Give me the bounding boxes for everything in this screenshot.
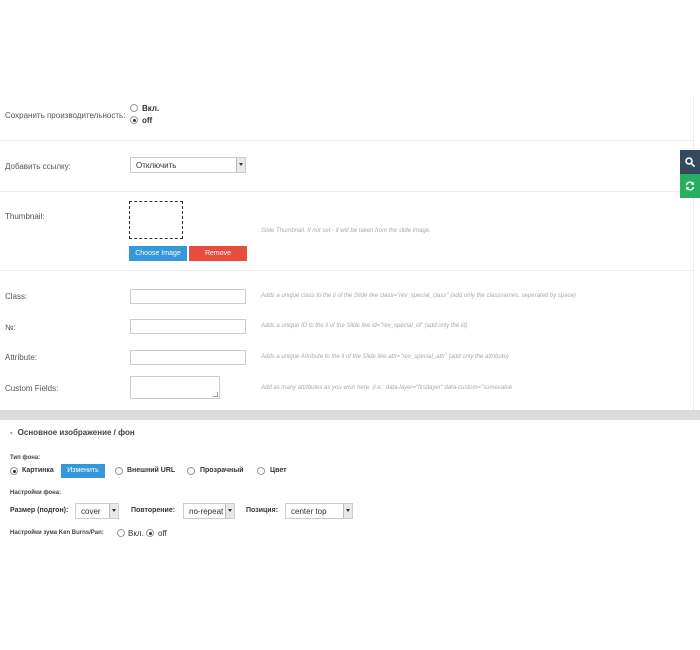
thumbnail-preview xyxy=(129,201,183,239)
chevron-down-icon xyxy=(236,158,245,172)
thumbnail-label: Thumbnail: xyxy=(5,212,45,221)
performance-on-radio[interactable] xyxy=(130,104,138,112)
kenburns-off-label: off xyxy=(158,529,167,538)
bg-type-external-label: Внешний URL xyxy=(127,467,176,474)
bg-size-label: Размер (подгон): xyxy=(10,507,69,514)
background-section-title: Основное изображение / фон xyxy=(17,428,135,437)
custom-fields-label: Custom Fields: xyxy=(5,384,59,393)
class-hint: Adds a unique class to the li of the Sli… xyxy=(261,293,576,299)
bg-size-select[interactable]: cover xyxy=(75,503,119,519)
kenburns-on-radio[interactable] xyxy=(117,529,125,537)
bg-type-image-label: Картинка xyxy=(22,467,54,474)
custom-fields-textarea[interactable] xyxy=(130,376,220,399)
performance-on-label: Вкл. xyxy=(142,104,160,113)
kenburns-on-label: Вкл. xyxy=(128,529,144,538)
kenburns-label: Настройки зума Ken Burns/Pan: xyxy=(10,530,104,536)
bg-type-external-radio[interactable] xyxy=(115,467,123,475)
link-select-value: Отключить xyxy=(136,161,177,170)
bg-type-image-radio[interactable] xyxy=(10,467,18,475)
resize-handle-icon[interactable] xyxy=(213,392,218,397)
divider xyxy=(0,270,694,271)
bg-type-color-label: Цвет xyxy=(270,467,287,474)
bg-type-label: Тип фона: xyxy=(10,455,41,461)
bg-repeat-label: Повторение: xyxy=(131,507,176,514)
custom-fields-hint: Add as many attributes as you wish here.… xyxy=(261,385,513,391)
divider xyxy=(0,140,694,141)
id-label: №: xyxy=(5,323,16,332)
bg-type-color-radio[interactable] xyxy=(257,467,265,475)
bg-type-transparent-radio[interactable] xyxy=(187,467,195,475)
background-section-toggle[interactable]: - Основное изображение / фон xyxy=(10,428,135,437)
chevron-down-icon xyxy=(225,504,234,518)
performance-label: Сохранить производительность: xyxy=(5,111,126,120)
id-hint: Adds a unique ID to the li of the Slide … xyxy=(261,323,468,329)
attribute-hint: Adds a unique Attribute to the li of the… xyxy=(261,354,509,360)
section-separator xyxy=(0,410,700,420)
bg-settings-label: Настройки фона: xyxy=(10,490,62,496)
class-input[interactable] xyxy=(130,289,246,304)
attribute-label: Attribute: xyxy=(5,353,38,362)
refresh-icon xyxy=(685,181,695,191)
slide-settings-panel xyxy=(0,96,694,411)
remove-image-button[interactable]: Remove xyxy=(189,246,247,261)
kenburns-off-radio[interactable] xyxy=(146,529,154,537)
change-image-button[interactable]: Изменить xyxy=(61,464,105,478)
choose-image-button[interactable]: Choose Image xyxy=(129,246,187,261)
divider xyxy=(0,191,694,192)
bg-size-value: cover xyxy=(81,507,101,516)
bg-type-transparent-label: Прозрачный xyxy=(200,467,244,474)
bg-repeat-value: no-repeat xyxy=(189,507,224,516)
chevron-down-icon xyxy=(343,504,352,518)
performance-off-label: off xyxy=(142,116,153,125)
search-icon xyxy=(685,157,695,167)
collapse-icon: - xyxy=(10,428,13,437)
attribute-input[interactable] xyxy=(130,350,246,365)
bg-position-select[interactable]: center top xyxy=(285,503,353,519)
link-select[interactable]: Отключить xyxy=(130,157,246,173)
bg-position-value: center top xyxy=(291,507,327,516)
link-label: Добавить ссылку: xyxy=(5,162,71,171)
bg-repeat-select[interactable]: no-repeat xyxy=(183,503,235,519)
background-section xyxy=(0,420,694,547)
performance-off-radio[interactable] xyxy=(130,116,138,124)
thumbnail-hint: Slide Thumbnail. If not set - it will be… xyxy=(261,228,431,234)
refresh-tab[interactable] xyxy=(680,174,700,198)
id-input[interactable] xyxy=(130,319,246,334)
bg-position-label: Позиция: xyxy=(246,507,279,514)
class-label: Class: xyxy=(5,292,28,301)
chevron-down-icon xyxy=(109,504,118,518)
search-tab[interactable] xyxy=(680,150,700,174)
